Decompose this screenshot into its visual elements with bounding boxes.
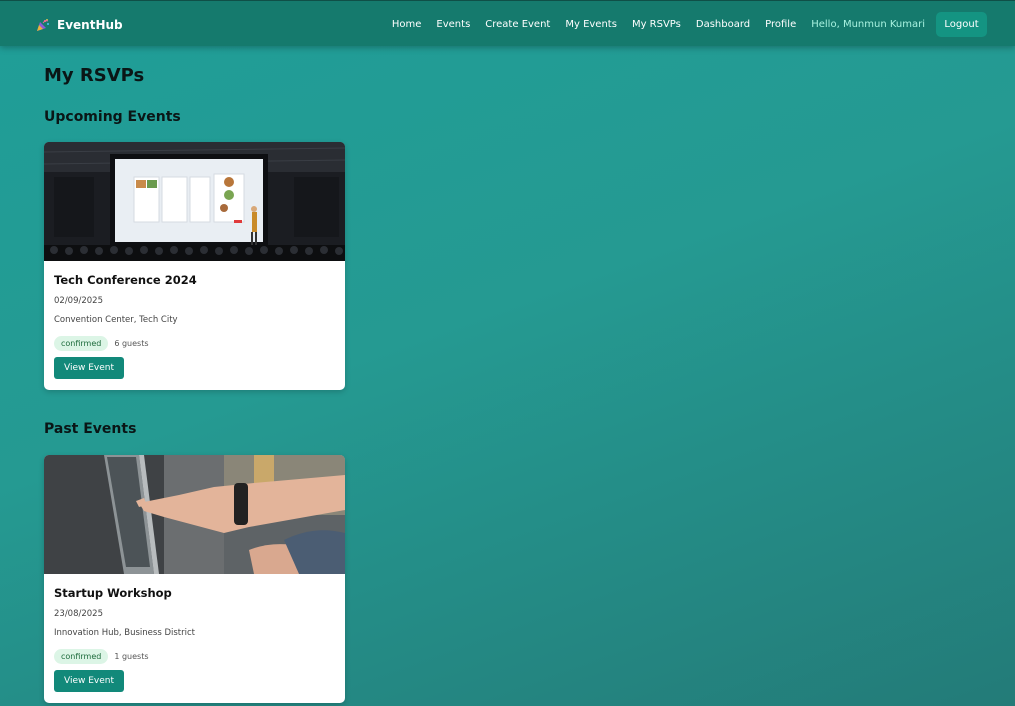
- guest-count: 1 guests: [114, 652, 149, 661]
- status-badge: confirmed: [54, 649, 109, 664]
- view-event-button[interactable]: View Event: [54, 670, 125, 692]
- user-greeting: Hello, Munmun Kumari: [811, 18, 925, 30]
- brand-logo[interactable]: EventHub: [36, 16, 123, 34]
- nav-events[interactable]: Events: [436, 19, 470, 30]
- nav-profile[interactable]: Profile: [765, 19, 796, 30]
- status-badge: confirmed: [54, 336, 109, 351]
- nav-dashboard[interactable]: Dashboard: [696, 19, 750, 30]
- party-popper-icon: [37, 19, 49, 31]
- conference-stage-photo: [44, 142, 345, 261]
- nav-create-event[interactable]: Create Event: [485, 19, 550, 30]
- nav-my-rsvps[interactable]: My RSVPs: [632, 19, 681, 30]
- event-card-tech-conference: Tech Conference 2024 02/09/2025 Conventi…: [44, 142, 345, 390]
- event-title: Startup Workshop: [54, 586, 172, 600]
- logout-button[interactable]: Logout: [936, 11, 987, 37]
- nav-home[interactable]: Home: [392, 19, 422, 30]
- event-location: Innovation Hub, Business District: [54, 628, 195, 638]
- event-title: Tech Conference 2024: [54, 273, 197, 287]
- event-card-body: Tech Conference 2024 02/09/2025 Conventi…: [44, 261, 345, 390]
- event-date: 23/08/2025: [54, 609, 103, 619]
- upcoming-events-heading: Upcoming Events: [44, 109, 181, 125]
- event-card-body: Startup Workshop 23/08/2025 Innovation H…: [44, 574, 345, 703]
- past-events-heading: Past Events: [44, 421, 137, 437]
- guest-count: 6 guests: [114, 339, 149, 348]
- view-event-button[interactable]: View Event: [54, 357, 125, 379]
- brand-name: EventHub: [57, 18, 123, 32]
- nav-links: Home Events Create Event My Events My RS…: [392, 1, 1015, 47]
- laptop-hands-photo: [44, 455, 345, 574]
- page-title: My RSVPs: [44, 65, 145, 86]
- top-navbar: EventHub Home Events Create Event My Eve…: [0, 0, 1015, 46]
- event-card-startup-workshop: Startup Workshop 23/08/2025 Innovation H…: [44, 455, 345, 703]
- rsvp-status-row: confirmed 6 guests: [54, 336, 335, 351]
- event-date: 02/09/2025: [54, 296, 103, 306]
- event-location: Convention Center, Tech City: [54, 315, 178, 325]
- rsvp-status-row: confirmed 1 guests: [54, 649, 335, 664]
- nav-my-events[interactable]: My Events: [565, 19, 617, 30]
